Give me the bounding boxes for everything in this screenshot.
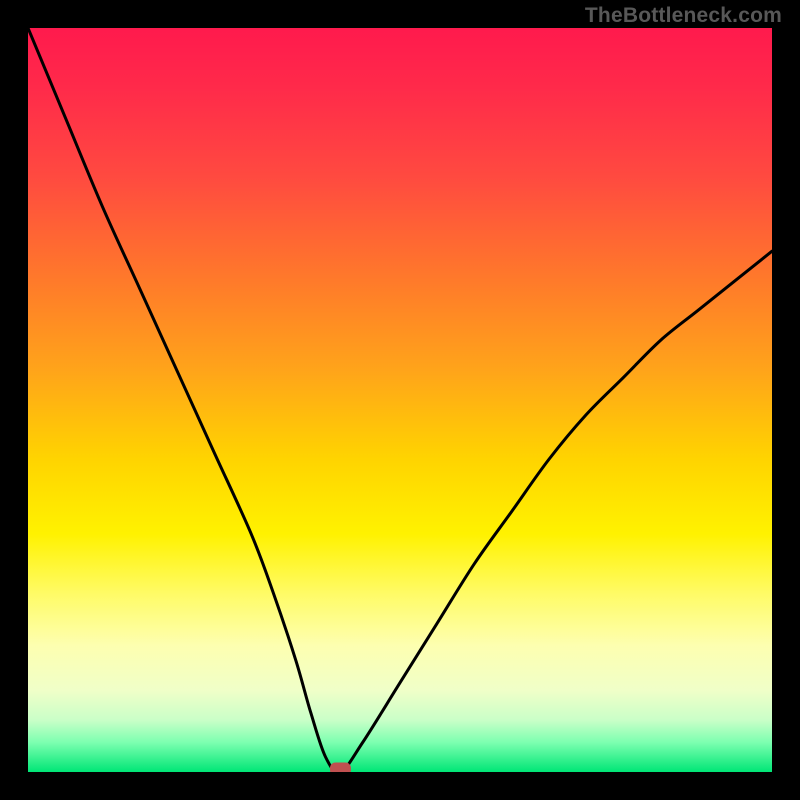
plot-area (28, 28, 772, 772)
curve-layer (28, 28, 772, 772)
minimum-marker (330, 763, 350, 772)
watermark-text: TheBottleneck.com (585, 4, 782, 28)
bottleneck-curve (28, 28, 772, 772)
chart-frame: TheBottleneck.com (0, 0, 800, 800)
